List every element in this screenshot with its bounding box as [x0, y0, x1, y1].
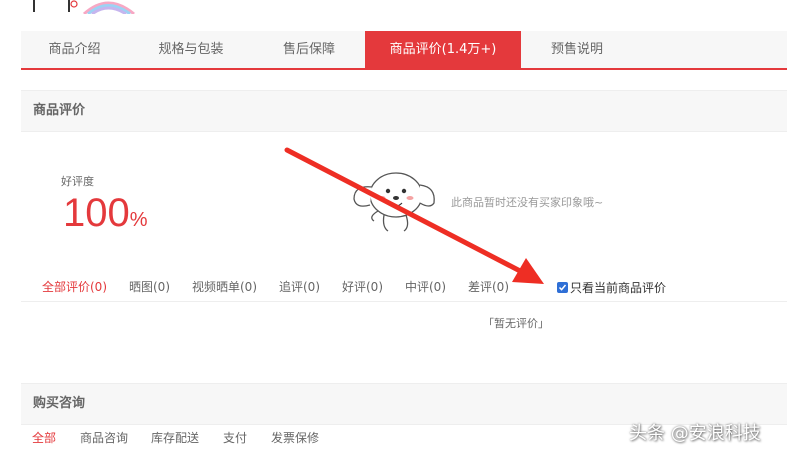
- filter-positive-reviews[interactable]: 好评(0): [342, 273, 383, 301]
- consult-section-title: 购买咨询: [33, 396, 86, 411]
- no-reviews-text: 「暂无评价」: [483, 317, 549, 330]
- filter-negative-reviews[interactable]: 差评(0): [468, 273, 509, 301]
- tab-product-intro[interactable]: 商品介绍: [21, 31, 128, 68]
- rating-number: 100: [63, 191, 130, 235]
- rating-value: 100%: [63, 189, 148, 244]
- consult-tab-invoice-warranty[interactable]: 发票保修: [271, 425, 319, 451]
- review-filter-bar: 全部评价(0) 晒图(0) 视频晒单(0) 追评(0) 好评(0) 中评(0) …: [21, 273, 787, 302]
- filter-photo-reviews[interactable]: 晒图(0): [129, 273, 170, 301]
- tab-spec-packaging[interactable]: 规格与包装: [128, 31, 254, 68]
- product-image-fragment: [33, 0, 135, 14]
- tab-presale-notes[interactable]: 预售说明: [521, 31, 633, 68]
- rating-unit: %: [129, 209, 148, 231]
- consult-tab-payment[interactable]: 支付: [223, 425, 247, 451]
- only-current-checkbox[interactable]: [557, 281, 568, 293]
- reviews-section-header: 商品评价: [21, 90, 787, 132]
- jd-dog-mascot-icon: [353, 172, 435, 232]
- check-icon: [558, 284, 567, 291]
- empty-impression-text: 此商品暂时还没有买家印象哦~: [451, 196, 604, 209]
- reviews-section-title: 商品评价: [33, 103, 86, 118]
- rating-label: 好评度: [61, 175, 94, 188]
- product-tabbar: 商品介绍 规格与包装 售后保障 商品评价(1.4万+) 预售说明: [21, 31, 787, 70]
- tab-after-sales[interactable]: 售后保障: [254, 31, 364, 68]
- filter-video-reviews[interactable]: 视频晒单(0): [192, 273, 257, 301]
- consult-tab-stock-delivery[interactable]: 库存配送: [151, 425, 199, 451]
- only-current-product-toggle[interactable]: 只看当前商品评价: [557, 273, 666, 301]
- watermark: 头条 @安浪科技: [629, 423, 761, 444]
- only-current-label: 只看当前商品评价: [570, 280, 667, 295]
- consult-tab-all[interactable]: 全部: [32, 425, 56, 451]
- consult-tab-product[interactable]: 商品咨询: [80, 425, 128, 451]
- filter-neutral-reviews[interactable]: 中评(0): [405, 273, 446, 301]
- filter-all-reviews[interactable]: 全部评价(0): [42, 273, 107, 301]
- filter-followup-reviews[interactable]: 追评(0): [279, 273, 320, 301]
- tab-product-reviews[interactable]: 商品评价(1.4万+): [365, 31, 521, 68]
